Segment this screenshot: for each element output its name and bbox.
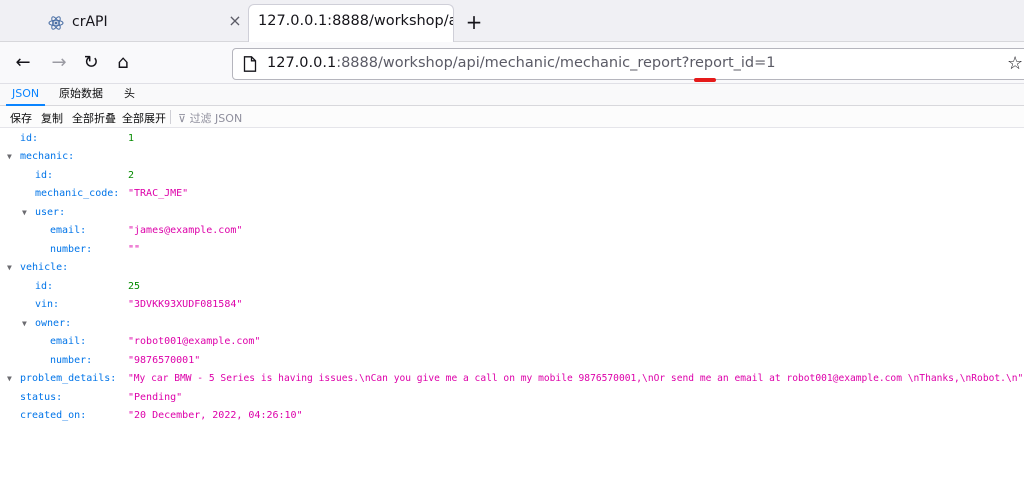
json-row[interactable]: id: 2 bbox=[0, 167, 1024, 185]
json-key: email: bbox=[50, 225, 87, 236]
json-key: number: bbox=[50, 244, 93, 255]
tab-headers[interactable]: 头 bbox=[118, 84, 141, 106]
json-row[interactable]: ▼ owner: bbox=[0, 315, 1024, 333]
back-button[interactable]: ← bbox=[12, 52, 34, 74]
json-value: 2 bbox=[128, 170, 135, 181]
json-key: mechanic: bbox=[20, 151, 75, 162]
annotation-underline bbox=[694, 78, 716, 82]
json-key: email: bbox=[50, 336, 87, 347]
json-key: status: bbox=[20, 392, 63, 403]
json-key: id: bbox=[35, 281, 54, 292]
collapse-all-button[interactable]: 全部折叠 bbox=[72, 110, 116, 126]
tab-strip: crAPI × 127.0.0.1:8888/workshop/api + bbox=[0, 0, 1024, 42]
json-row[interactable]: ▼ user: bbox=[0, 204, 1024, 222]
json-value: "" bbox=[128, 244, 141, 255]
json-row[interactable]: mechanic_code: "TRAC_JME" bbox=[0, 185, 1024, 203]
json-key: vin: bbox=[35, 299, 60, 310]
json-row[interactable]: status: "Pending" bbox=[0, 389, 1024, 407]
expand-toggle-icon[interactable]: ▼ bbox=[7, 370, 17, 388]
tab-title: crAPI bbox=[72, 14, 108, 30]
json-key: user: bbox=[35, 207, 66, 218]
toolbar-divider bbox=[170, 110, 171, 124]
save-button[interactable]: 保存 bbox=[10, 110, 32, 126]
url-text[interactable]: 127.0.0.1:8888/workshop/api/mechanic/mec… bbox=[267, 55, 776, 71]
json-key: id: bbox=[35, 170, 54, 181]
json-row[interactable]: ▼ mechanic: bbox=[0, 148, 1024, 166]
json-value: 25 bbox=[128, 281, 141, 292]
filter-placeholder: 过滤 JSON bbox=[189, 112, 243, 125]
json-key: mechanic_code: bbox=[35, 188, 120, 199]
json-value: "9876570001" bbox=[128, 355, 201, 366]
json-value: "robot001@example.com" bbox=[128, 336, 261, 347]
forward-button[interactable]: → bbox=[48, 52, 70, 74]
expand-toggle-icon[interactable]: ▼ bbox=[7, 259, 17, 277]
json-viewer-tabs: JSON 原始数据 头 bbox=[0, 84, 1024, 106]
json-key: id: bbox=[20, 133, 39, 144]
home-button[interactable]: ⌂ bbox=[112, 52, 134, 74]
json-row[interactable]: id: 25 bbox=[0, 278, 1024, 296]
json-key: vehicle: bbox=[20, 262, 69, 273]
json-value: "Pending" bbox=[128, 392, 183, 403]
filter-icon: ⊽ bbox=[178, 112, 187, 125]
new-tab-button[interactable]: + bbox=[464, 12, 484, 32]
copy-button[interactable]: 复制 bbox=[41, 110, 63, 126]
json-value: "TRAC_JME" bbox=[128, 188, 189, 199]
json-row[interactable]: vin: "3DVKK93XUDF081584" bbox=[0, 296, 1024, 314]
expand-all-button[interactable]: 全部展开 bbox=[122, 110, 166, 126]
json-row[interactable]: number: "" bbox=[0, 241, 1024, 259]
page-icon bbox=[243, 56, 257, 72]
url-host: 127.0.0.1 bbox=[267, 55, 337, 71]
json-toolbar: 保存 复制 全部折叠 全部展开 ⊽ 过滤 JSON bbox=[0, 106, 1024, 128]
close-tab-icon[interactable]: × bbox=[226, 12, 244, 30]
expand-toggle-icon[interactable]: ▼ bbox=[22, 204, 32, 222]
json-key: number: bbox=[50, 355, 93, 366]
expand-toggle-icon[interactable]: ▼ bbox=[7, 148, 17, 166]
tab-title: 127.0.0.1:8888/workshop/api bbox=[258, 13, 453, 29]
react-icon bbox=[48, 16, 64, 30]
tab-raw-data[interactable]: 原始数据 bbox=[53, 84, 109, 106]
navigation-bar: ← → ↻ ⌂ 127.0.0.1:8888/workshop/api/mech… bbox=[0, 42, 1024, 84]
tab-json[interactable]: JSON bbox=[6, 84, 46, 106]
json-value: 1 bbox=[128, 133, 135, 144]
json-key: created_on: bbox=[20, 410, 87, 421]
url-path: :8888/workshop/api/mechanic/mechanic_rep… bbox=[336, 55, 776, 71]
json-value: "20 December, 2022, 04:26:10" bbox=[128, 410, 303, 421]
json-key: problem_details: bbox=[20, 373, 117, 384]
json-row[interactable]: id: 1 bbox=[0, 130, 1024, 148]
json-value: "james@example.com" bbox=[128, 225, 243, 236]
json-row[interactable]: number: "9876570001" bbox=[0, 352, 1024, 370]
url-bar[interactable]: 127.0.0.1:8888/workshop/api/mechanic/mec… bbox=[232, 48, 1024, 82]
json-value: "3DVKK93XUDF081584" bbox=[128, 299, 243, 310]
json-row[interactable]: ▼ problem_details: "My car BMW - 5 Serie… bbox=[0, 370, 1024, 388]
json-row[interactable]: ▼ vehicle: bbox=[0, 259, 1024, 277]
bookmark-star-icon[interactable]: ☆ bbox=[1007, 53, 1023, 74]
filter-json-input[interactable]: ⊽ 过滤 JSON bbox=[178, 110, 242, 126]
json-row[interactable]: created_on: "20 December, 2022, 04:26:10… bbox=[0, 407, 1024, 425]
reload-button[interactable]: ↻ bbox=[80, 52, 102, 74]
json-row[interactable]: email: "james@example.com" bbox=[0, 222, 1024, 240]
tab-crapi[interactable]: crAPI × bbox=[4, 4, 242, 42]
json-key: owner: bbox=[35, 318, 72, 329]
tab-json-report[interactable]: 127.0.0.1:8888/workshop/api bbox=[248, 4, 454, 42]
json-row[interactable]: email: "robot001@example.com" bbox=[0, 333, 1024, 351]
expand-toggle-icon[interactable]: ▼ bbox=[22, 315, 32, 333]
json-value: "My car BMW - 5 Series is having issues.… bbox=[128, 373, 1024, 384]
